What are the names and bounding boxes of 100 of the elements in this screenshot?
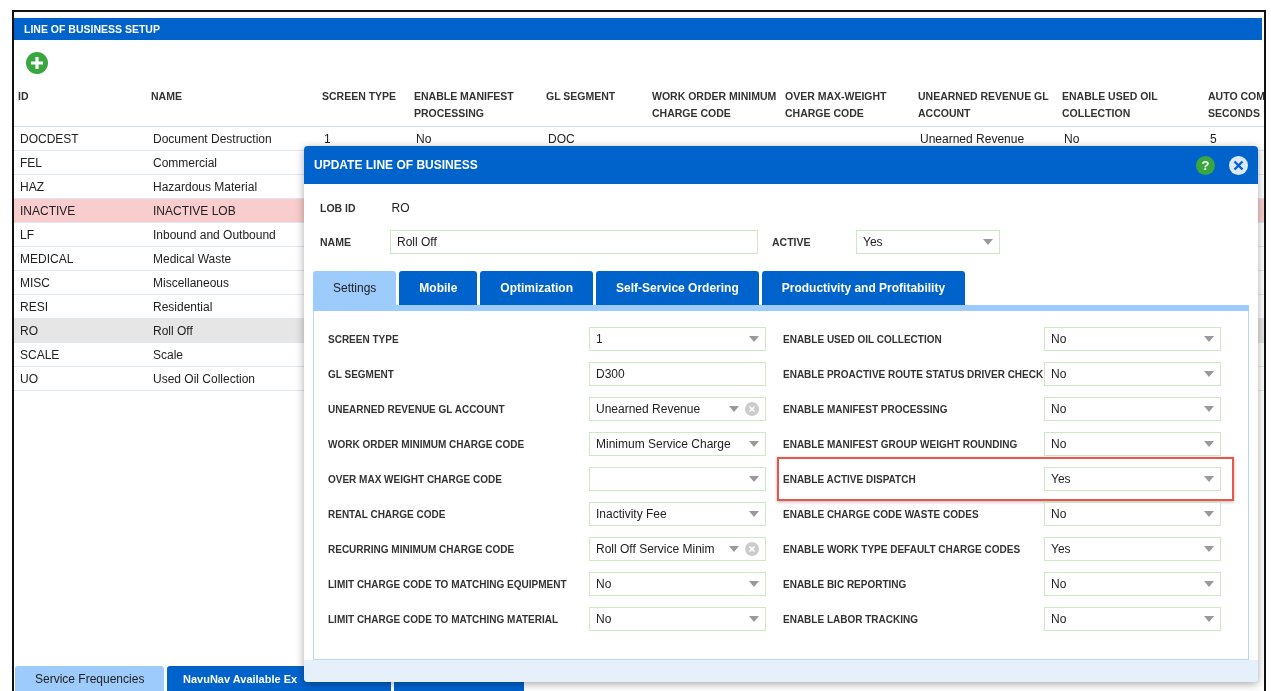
table-cell-text: RO <box>19 323 39 338</box>
field-label: WORK ORDER MINIMUM CHARGE CODE <box>328 438 526 450</box>
active-dropdown[interactable]: Yes <box>856 230 1000 254</box>
column-header: UNEARNED REVENUE GL ACCOUNT <box>918 89 1050 121</box>
caret-icon <box>1204 581 1214 587</box>
field-label: NAME <box>320 236 352 248</box>
field-label: ENABLE WORK TYPE DEFAULT CHARGE CODES <box>783 543 1022 555</box>
dropdown[interactable]: Inactivity Fee <box>589 502 766 526</box>
dropdown[interactable]: Unearned Revenue <box>589 397 766 421</box>
table-cell-text: FEL <box>19 155 43 170</box>
dropdown[interactable]: No <box>1044 327 1221 351</box>
dropdown[interactable]: Yes <box>1044 467 1221 491</box>
column-header: ENABLE USED OIL COLLECTION <box>1062 89 1159 121</box>
table-cell-text: LF <box>19 227 35 242</box>
table-cell-text: Scale <box>152 347 185 362</box>
caret-icon <box>749 476 759 482</box>
caret-icon <box>749 581 759 587</box>
field-label: ENABLE CHARGE CODE WASTE CODES <box>783 508 980 520</box>
caret-icon <box>749 441 759 447</box>
column-header: SCREEN TYPE <box>322 89 398 104</box>
table-cell-text: HAZ <box>19 179 45 194</box>
field-label: GL SEGMENT <box>328 368 395 380</box>
name-field[interactable]: Roll Off <box>390 230 758 254</box>
dropdown[interactable]: 1 <box>589 327 766 351</box>
field-label: RENTAL CHARGE CODE <box>328 508 447 520</box>
tab[interactable]: Settings <box>313 271 397 305</box>
field-label: LOB ID <box>320 202 356 214</box>
table-cell-text: Used Oil Collection <box>152 371 257 386</box>
caret-icon <box>1204 336 1214 342</box>
dropdown[interactable]: Yes <box>1044 537 1221 561</box>
field-label: ENABLE MANIFEST GROUP WEIGHT ROUNDING <box>783 438 1019 450</box>
close-icon[interactable] <box>1229 155 1248 175</box>
dropdown[interactable] <box>589 467 766 491</box>
table-cell-text: UO <box>19 371 39 386</box>
dropdown[interactable]: No <box>1044 397 1221 421</box>
field-label: ENABLE USED OIL COLLECTION <box>783 333 943 345</box>
dropdown[interactable]: Roll Off Service Minim <box>589 537 766 561</box>
dropdown[interactable]: Minimum Service Charge <box>589 432 766 456</box>
column-header: ID <box>18 89 30 104</box>
clear-icon[interactable] <box>745 542 759 556</box>
field-label: ACTIVE <box>772 236 812 248</box>
table-cell-text: SCALE <box>19 347 61 362</box>
table-cell-text: RESI <box>19 299 49 314</box>
field-label: LIMIT CHARGE CODE TO MATCHING MATERIAL <box>328 613 559 625</box>
dropdown[interactable]: No <box>589 572 766 596</box>
caret-icon <box>729 406 739 412</box>
table-cell-text: Hazardous Material <box>152 179 259 194</box>
table-cell-text: No <box>1063 131 1081 146</box>
table-cell-text: 5 <box>1209 131 1218 146</box>
table-cell-text: INACTIVE LOB <box>152 203 237 218</box>
tab[interactable]: Self-Service Ordering <box>596 271 759 305</box>
field-label: OVER MAX WEIGHT CHARGE CODE <box>328 473 503 485</box>
caret-icon <box>983 239 993 245</box>
caret-icon <box>749 336 759 342</box>
dropdown[interactable]: No <box>1044 607 1221 631</box>
caret-icon <box>749 616 759 622</box>
field-label: ENABLE ACTIVE DISPATCH <box>783 473 917 485</box>
caret-icon <box>1204 476 1214 482</box>
clear-icon[interactable] <box>745 402 759 416</box>
column-header: GL SEGMENT <box>546 89 617 104</box>
field-label: SCREEN TYPE <box>328 333 400 345</box>
column-header: WORK ORDER MINIMUM CHARGE CODE <box>652 89 778 121</box>
table-cell-text: Miscellaneous <box>152 275 231 290</box>
table-cell-text: 1 <box>323 131 332 146</box>
table-cell-text: Inbound and Outbound <box>152 227 277 242</box>
table-cell-text: DOCDEST <box>19 131 80 146</box>
field-label: ENABLE MANIFEST PROCESSING <box>783 403 949 415</box>
column-header: AUTO COM SECONDS <box>1208 89 1264 121</box>
text-field[interactable]: D300 <box>589 362 766 386</box>
table-cell-text: Unearned Revenue <box>919 131 1026 146</box>
tab[interactable]: Service Frequencies <box>15 666 164 691</box>
caret-icon <box>1204 546 1214 552</box>
table-cell-text: No <box>415 131 433 146</box>
field-label: ENABLE LABOR TRACKING <box>783 613 919 625</box>
dropdown[interactable]: No <box>1044 502 1221 526</box>
table-cell-text: DOC <box>547 131 576 146</box>
table-cell-text: Roll Off <box>152 323 194 338</box>
table-cell-text: MEDICAL <box>19 251 75 266</box>
tab[interactable]: Mobile <box>399 271 478 305</box>
page-title: LINE OF BUSINESS SETUP <box>14 18 1262 40</box>
table-cell-text: MISC <box>19 275 51 290</box>
column-header: ENABLE MANIFEST PROCESSING <box>414 89 515 121</box>
column-header: OVER MAX-WEIGHT CHARGE CODE <box>785 89 888 121</box>
field-label: UNEARNED REVENUE GL ACCOUNT <box>328 403 506 415</box>
table-cell-text: Residential <box>152 299 214 314</box>
tab[interactable]: Productivity and Profitability <box>761 271 966 305</box>
caret-icon <box>1204 406 1214 412</box>
dropdown[interactable]: No <box>1044 432 1221 456</box>
tab[interactable]: Optimization <box>480 271 594 305</box>
caret-icon <box>729 546 739 552</box>
table-cell-text: INACTIVE <box>19 203 77 218</box>
dropdown[interactable]: No <box>1044 362 1221 386</box>
table-cell-text: Medical Waste <box>152 251 233 266</box>
dropdown[interactable]: No <box>589 607 766 631</box>
field-label: ENABLE PROACTIVE ROUTE STATUS DRIVER CHECK <box>783 368 1044 380</box>
caret-icon <box>1204 441 1214 447</box>
column-header: NAME <box>151 89 183 104</box>
dropdown[interactable]: No <box>1044 572 1221 596</box>
caret-icon <box>1204 616 1214 622</box>
add-icon[interactable] <box>26 52 48 74</box>
